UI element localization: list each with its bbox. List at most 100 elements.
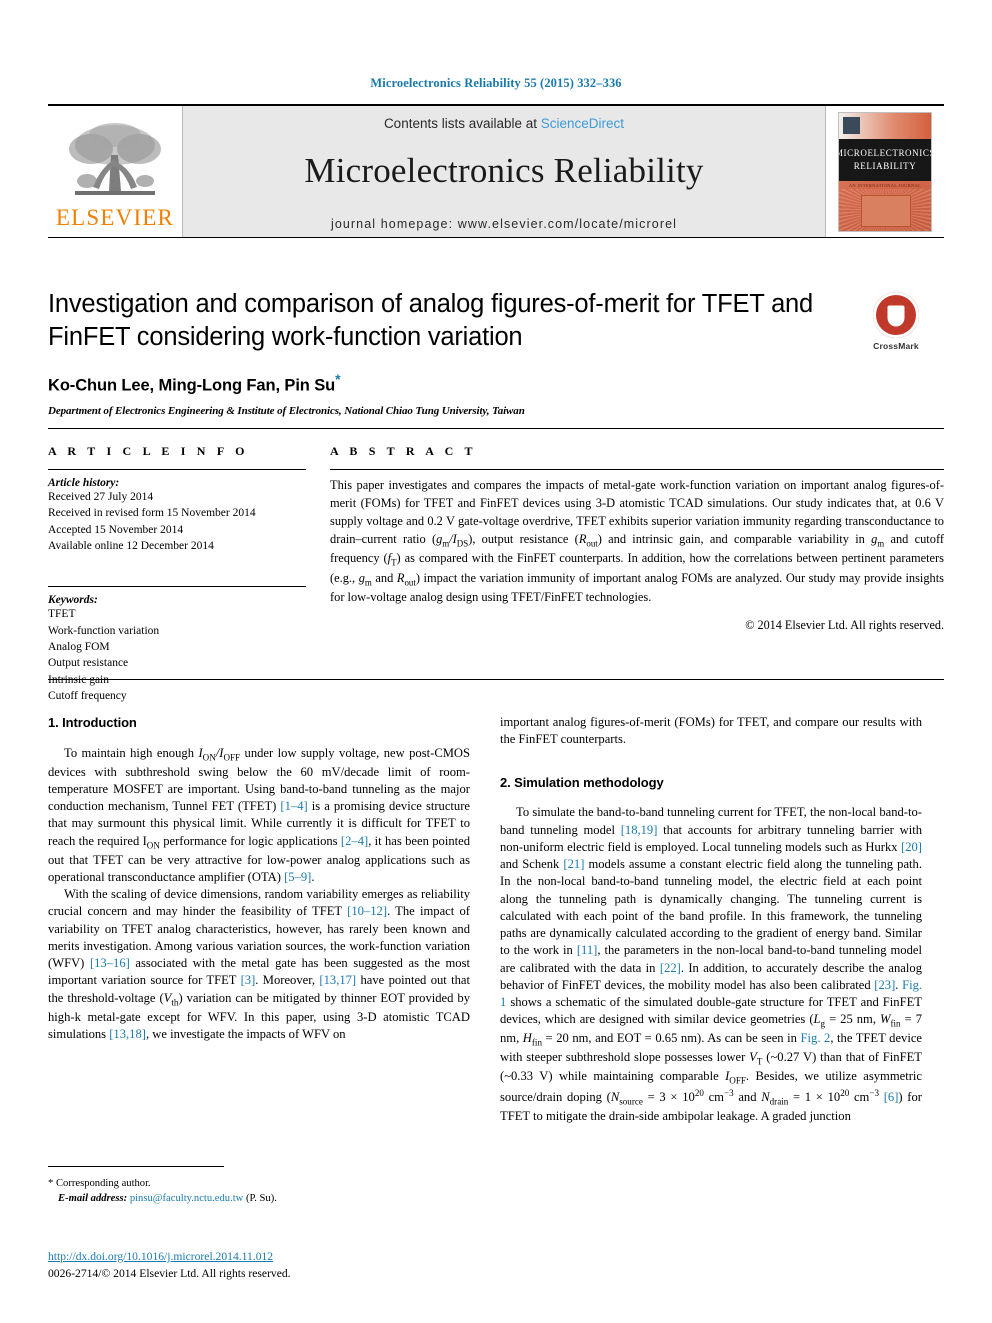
cover-elsevier-mark-icon: [843, 116, 860, 134]
symbol-rout-sub: out: [586, 538, 598, 549]
symbol-nsource: N: [610, 1090, 620, 1105]
crossmark-label: CrossMark: [873, 341, 919, 351]
keyword-item: Work-function variation: [48, 624, 160, 637]
contents-available-line: Contents lists available at ScienceDirec…: [384, 116, 624, 131]
citation-link[interactable]: [13,17]: [319, 973, 356, 987]
keywords-rule: [48, 586, 306, 588]
elsevier-wordmark: ELSEVIER: [55, 204, 175, 230]
keyword-item: TFET: [48, 608, 76, 621]
text-frag: = 3 × 10: [642, 1090, 695, 1105]
abstract-frag: ) and intrinsic gain, and comparable var…: [597, 531, 872, 546]
exponent: −3: [723, 1088, 734, 1099]
article-info-column: A R T I C L E I N F O Article history: R…: [48, 444, 306, 704]
history-item: Available online 12 December 2014: [48, 539, 214, 552]
article-info-rule: [48, 469, 306, 470]
doi-link[interactable]: http://dx.doi.org/10.1016/j.microrel.201…: [48, 1249, 548, 1266]
citation-link[interactable]: [22]: [660, 961, 681, 975]
citation-link[interactable]: [13–16]: [90, 956, 130, 970]
footnote-text: Corresponding author.: [55, 1178, 151, 1189]
citation-link[interactable]: [23]: [874, 978, 895, 992]
citation-link[interactable]: [21]: [563, 857, 584, 871]
cover-subtitle: AN INTERNATIONAL JOURNAL: [848, 182, 922, 188]
symbol-ndrain-sub: drain: [769, 1096, 789, 1107]
symbol-ids: /I: [449, 531, 457, 546]
email-suffix: (P. Su).: [245, 1193, 277, 1205]
abstract-column: A B S T R A C T This paper investigates …: [330, 444, 944, 633]
cover-title-line2: RELIABILITY: [853, 160, 917, 171]
keyword-item: Cutoff frequency: [48, 689, 127, 702]
author-names: Ko-Chun Lee, Ming-Long Fan, Pin Su: [48, 376, 336, 395]
text-frag: .: [311, 869, 315, 884]
exponent: −3: [869, 1088, 879, 1099]
sciencedirect-link[interactable]: ScienceDirect: [541, 116, 624, 131]
citation-link[interactable]: [11]: [577, 943, 598, 957]
info-band-bottom-rule: [48, 679, 944, 680]
history-item: Received in revised form 15 November 201…: [48, 507, 256, 520]
history-item: Accepted 15 November 2014: [48, 523, 184, 536]
symbol-ioff2-sub: OFF: [729, 1075, 746, 1086]
symbol-ndrain: N: [761, 1090, 770, 1105]
footnote-marker: *: [48, 1178, 54, 1189]
email-label: E-mail address:: [58, 1193, 128, 1205]
abstract-copyright: © 2014 Elsevier Ltd. All rights reserved…: [745, 618, 944, 633]
citation-link[interactable]: [3]: [241, 973, 256, 987]
abstract-frag: ), output resistance (: [468, 531, 579, 546]
abstract-text: This paper investigates and compares the…: [330, 477, 944, 607]
figure-link-fig2[interactable]: Fig. 2: [801, 1031, 831, 1045]
citation-link[interactable]: [6]: [884, 1090, 899, 1104]
paragraph: To maintain high enough ION/IOFF under l…: [48, 745, 470, 886]
affiliation: Department of Electronics Engineering & …: [48, 404, 525, 417]
symbol-ion2-sub: ON: [146, 840, 160, 851]
citation-link[interactable]: [2–4]: [341, 834, 368, 848]
issn-copyright-line: 0026-2714/© 2014 Elsevier Ltd. All right…: [48, 1266, 291, 1280]
title-block: Investigation and comparison of analog f…: [48, 288, 838, 417]
info-band-top-rule: [48, 428, 944, 429]
citation-link[interactable]: [13,18]: [109, 1027, 146, 1041]
symbol-rout2-sub: out: [404, 577, 416, 588]
masthead-center: Contents lists available at ScienceDirec…: [182, 106, 826, 237]
symbol-ioff-sub: OFF: [223, 752, 241, 763]
citation-link[interactable]: [5–9]: [284, 870, 311, 884]
crossmark-badge[interactable]: CrossMark: [862, 292, 930, 351]
elsevier-logo: ELSEVIER: [48, 106, 182, 237]
text-frag: To maintain high enough: [64, 745, 199, 760]
abstract-rule: [330, 469, 944, 470]
crossmark-inner-shape: [887, 305, 905, 327]
paragraph: With the scaling of device dimensions, r…: [48, 886, 470, 1043]
elsevier-tree-icon: [69, 122, 161, 195]
email-link[interactable]: pinsu@faculty.nctu.edu.tw: [130, 1193, 244, 1204]
citation-link[interactable]: [20]: [901, 840, 922, 854]
article-info-heading: A R T I C L E I N F O: [48, 444, 249, 458]
cover-title-line1: MICROELECTRONICS: [838, 148, 932, 159]
journal-masthead: ELSEVIER Contents lists available at Sci…: [48, 104, 944, 238]
text-frag: performance for logic applications: [159, 833, 341, 848]
symbol-hfin-sub: fin: [531, 1037, 542, 1048]
section-heading-introduction: 1. Introduction: [48, 715, 137, 730]
paragraph: important analog figures-of-merit (FOMs)…: [500, 715, 922, 747]
text-frag: and Schenk: [500, 857, 564, 872]
text-frag: = 1 × 10: [788, 1090, 841, 1105]
journal-homepage-link[interactable]: journal homepage: www.elsevier.com/locat…: [331, 217, 677, 231]
symbol-vt: V: [749, 1050, 757, 1065]
symbol-wfin: W: [880, 1012, 891, 1027]
symbol-hfin: H: [522, 1031, 532, 1046]
footnote-rule: [48, 1166, 224, 1167]
text-frag: = 20 nm, and EOT = 0.65 nm). As can be s…: [541, 1031, 801, 1046]
cover-title-band: MICROELECTRONICS RELIABILITY: [838, 138, 932, 181]
abstract-heading: A B S T R A C T: [330, 444, 477, 458]
email-note: E-mail address: pinsu@faculty.nctu.edu.t…: [48, 1191, 470, 1206]
exponent: 20: [694, 1088, 704, 1099]
citation-link[interactable]: [1–4]: [280, 799, 307, 813]
contents-prefix: Contents lists available at: [383, 116, 541, 131]
citation-link[interactable]: [10–12]: [347, 904, 387, 918]
author-list: Ko-Chun Lee, Ming-Long Fan, Pin Su*: [48, 371, 838, 396]
citation-link[interactable]: [18,19]: [621, 823, 658, 837]
exponent: 20: [840, 1088, 850, 1099]
text-frag: cm: [703, 1090, 724, 1105]
article-history-label: Article history:: [48, 477, 120, 489]
symbol-ion-sub: ON: [202, 752, 216, 763]
section-heading-simulation-methodology: 2. Simulation methodology: [500, 774, 664, 790]
history-item: Received 27 July 2014: [48, 491, 154, 503]
footnote-block: * Corresponding author. E-mail address: …: [48, 1176, 470, 1206]
